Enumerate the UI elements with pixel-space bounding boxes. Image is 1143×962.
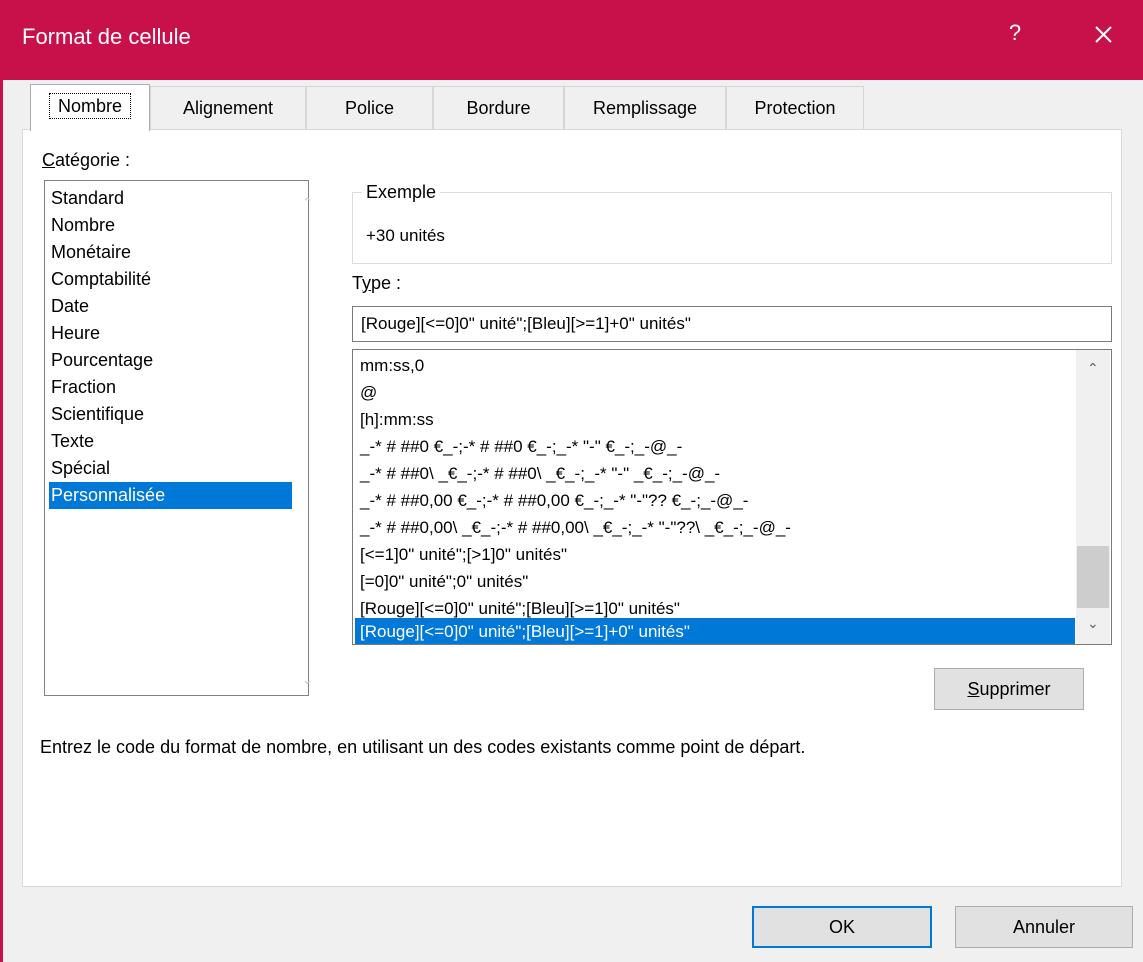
category-item-fraction[interactable]: Fraction [49, 374, 292, 401]
category-item-comptabilite[interactable]: Comptabilité [49, 266, 292, 293]
close-icon [1095, 26, 1112, 43]
scroll-up-icon[interactable]: ⌃ [1087, 360, 1099, 377]
format-code-item[interactable]: [<=1]0" unité";[>1]0" unités" [355, 541, 1075, 568]
title-bar[interactable]: Format de cellule ? [0, 0, 1143, 80]
category-item-personnalisee[interactable]: Personnalisée [49, 482, 292, 509]
type-input[interactable] [352, 306, 1112, 342]
type-label: Type : [352, 273, 402, 293]
format-code-list[interactable]: mm:ss,0 @ [h]:mm:ss _-* # ##0 €_-;-* # #… [352, 349, 1112, 645]
example-legend: Exemple [362, 182, 441, 203]
tab-remplissage[interactable]: Remplissage [564, 86, 726, 130]
tab-alignement[interactable]: Alignement [150, 86, 306, 130]
format-code-item[interactable]: _-* # ##0,00 €_-;-* # ##0,00 €_-;_-* "-"… [355, 487, 1075, 514]
category-item-heure[interactable]: Heure [49, 320, 292, 347]
format-cells-dialog: Format de cellule ? Nombre Alignement Po… [0, 0, 1143, 962]
scroll-down-icon[interactable]: ⌄ [1087, 615, 1099, 632]
close-button[interactable] [1086, 14, 1120, 54]
category-label: Catégorie : [42, 150, 131, 170]
category-item-pourcentage[interactable]: Pourcentage [49, 347, 292, 374]
window-border [0, 80, 3, 962]
category-item-special[interactable]: Spécial [49, 455, 292, 482]
category-item-texte[interactable]: Texte [49, 428, 292, 455]
delete-button[interactable]: Supprimer [934, 668, 1084, 710]
example-group [352, 192, 1112, 264]
example-value: +30 unités [366, 226, 445, 245]
format-code-item[interactable]: [=0]0" unité";0" unités" [355, 568, 1075, 595]
chevron-up-icon[interactable]: ⌃ [302, 195, 313, 211]
scrollbar-thumb[interactable] [1077, 546, 1109, 608]
tab-bordure[interactable]: Bordure [433, 86, 564, 130]
format-code-item[interactable]: _-* # ##0 €_-;-* # ##0 €_-;_-* "-" €_-;_… [355, 433, 1075, 460]
category-list[interactable]: Standard Nombre Monétaire Comptabilité D… [44, 180, 309, 696]
format-code-item[interactable]: @ [355, 379, 1075, 406]
hint-text: Entrez le code du format de nombre, en u… [40, 737, 806, 757]
category-item-nombre[interactable]: Nombre [49, 212, 292, 239]
tab-police[interactable]: Police [306, 86, 433, 130]
category-item-monetaire[interactable]: Monétaire [49, 239, 292, 266]
category-item-date[interactable]: Date [49, 293, 292, 320]
category-item-standard[interactable]: Standard [49, 185, 292, 212]
tab-nombre[interactable]: Nombre [30, 84, 150, 131]
cancel-button[interactable]: Annuler [955, 906, 1133, 948]
dialog-title: Format de cellule [22, 24, 191, 49]
help-button[interactable]: ? [1000, 20, 1030, 46]
tab-label: Nombre [48, 93, 132, 119]
format-code-item[interactable]: [h]:mm:ss [355, 406, 1075, 433]
ok-button[interactable]: OK [752, 906, 932, 948]
category-item-scientifique[interactable]: Scientifique [49, 401, 292, 428]
format-code-item[interactable]: mm:ss,0 [355, 352, 1075, 379]
format-code-item-selected[interactable]: [Rouge][<=0]0" unité";[Bleu][>=1]+0" uni… [355, 618, 1075, 644]
tab-protection[interactable]: Protection [726, 86, 864, 130]
chevron-down-icon[interactable]: ⌄ [302, 672, 313, 688]
format-code-item[interactable]: _-* # ##0,00\ _€_-;-* # ##0,00\ _€_-;_-*… [355, 514, 1075, 541]
format-code-item[interactable]: _-* # ##0\ _€_-;-* # ##0\ _€_-;_-* "-" _… [355, 460, 1075, 487]
